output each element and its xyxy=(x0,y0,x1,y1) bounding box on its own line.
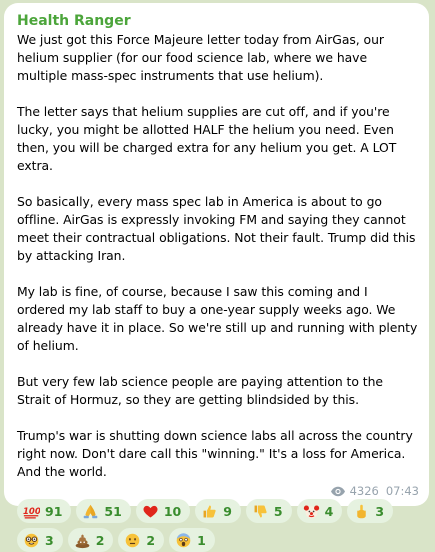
reaction-count: 9 xyxy=(223,503,232,519)
reaction-count: 2 xyxy=(95,532,105,548)
message-paragraph: The letter says that helium supplies are… xyxy=(17,104,397,173)
reaction-count: 1 xyxy=(197,532,206,548)
reaction-poo[interactable]: 2 xyxy=(67,528,114,552)
reaction-heart[interactable]: 10 xyxy=(135,499,191,523)
reaction-count: 51 xyxy=(104,503,122,519)
reaction-pray[interactable]: 51 xyxy=(76,499,131,523)
message-paragraph: So basically, every mass spec lab in Ame… xyxy=(17,194,416,263)
reaction-count: 5 xyxy=(273,503,283,519)
author-name[interactable]: Health Ranger xyxy=(17,13,419,30)
reaction-count: 2 xyxy=(146,532,156,548)
message-meta: 4326 07:43 xyxy=(330,484,419,498)
reactions-bar: 100 91 51 10 9 5 4 3 3 2 2 1 xyxy=(17,499,417,552)
message-time: 07:43 xyxy=(385,484,419,498)
pile-of-poo-icon xyxy=(74,532,91,549)
reaction-count: 3 xyxy=(45,532,54,548)
neutral-face-icon xyxy=(124,532,141,549)
thumbs-down-icon xyxy=(252,503,269,520)
reaction-count: 3 xyxy=(375,503,385,519)
red-heart-icon xyxy=(142,503,159,520)
reaction-middle-finger[interactable]: 3 xyxy=(347,499,394,523)
hundred-points-icon: 100 xyxy=(23,503,40,520)
message-paragraph: Trump's war is shutting down science lab… xyxy=(17,428,413,479)
reaction-hundred[interactable]: 100 91 xyxy=(17,499,72,523)
reaction-count: 91 xyxy=(45,503,63,519)
message-paragraph: But very few lab science people are payi… xyxy=(17,374,383,407)
message-bubble: Health Ranger We just got this Force Maj… xyxy=(4,3,429,552)
reaction-thumbs-down[interactable]: 5 xyxy=(245,499,292,523)
reaction-neutral[interactable]: 2 xyxy=(118,528,165,552)
nerd-face-icon xyxy=(23,532,40,549)
message-paragraph: My lab is fine, of course, because I saw… xyxy=(17,284,418,353)
reaction-count: 4 xyxy=(324,503,334,519)
reaction-scream[interactable]: 1 xyxy=(169,528,215,552)
reaction-count: 10 xyxy=(163,503,182,519)
clown-face-icon xyxy=(303,503,320,520)
reaction-thumbs-up[interactable]: 9 xyxy=(195,499,241,523)
message-paragraph: We just got this Force Majeure letter to… xyxy=(17,32,384,83)
screaming-face-icon xyxy=(175,532,192,549)
eye-icon xyxy=(330,486,345,496)
thumbs-up-icon xyxy=(201,503,218,520)
view-count: 4326 xyxy=(349,484,379,498)
folded-hands-icon xyxy=(82,503,99,520)
reaction-nerd[interactable]: 3 xyxy=(17,528,63,552)
reaction-clown[interactable]: 4 xyxy=(296,499,343,523)
middle-finger-icon xyxy=(353,503,370,520)
